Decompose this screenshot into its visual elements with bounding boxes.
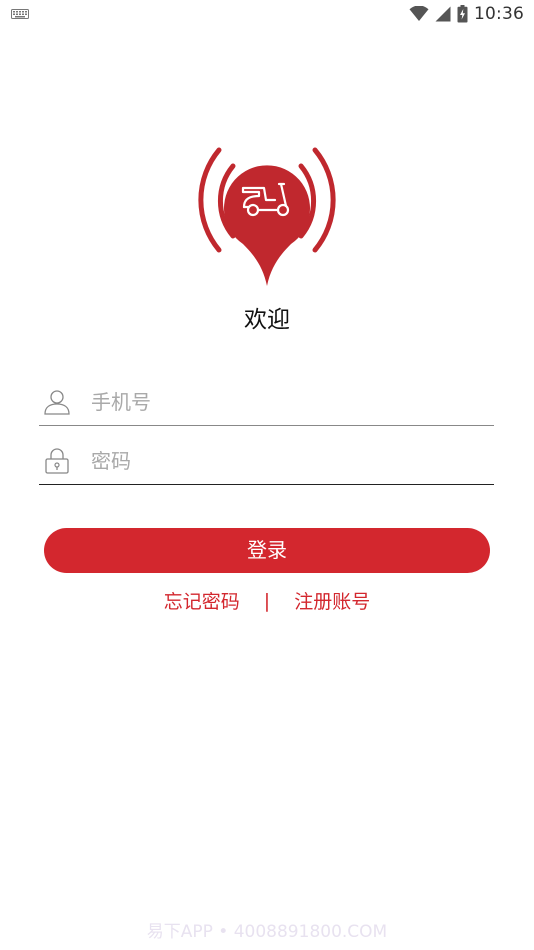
status-time: 10:36: [474, 4, 524, 24]
register-link[interactable]: 注册账号: [294, 587, 370, 614]
welcome-title: 欢迎: [244, 307, 290, 333]
login-button[interactable]: 登录: [44, 528, 490, 573]
watermark: 易下APP • 4008891800.COM: [146, 922, 388, 942]
battery-charging-icon: [457, 5, 468, 23]
phone-input[interactable]: [91, 385, 486, 419]
signal-icon: [435, 6, 451, 22]
wifi-icon: [409, 6, 429, 21]
forgot-password-link[interactable]: 忘记密码: [164, 587, 240, 614]
auth-links: 忘记密码 | 注册账号: [0, 587, 534, 617]
user-icon: [44, 390, 70, 415]
status-bar: 10:36: [0, 0, 534, 28]
login-screen: 10:36 欢迎 手机号 登录 忘记密码 | 注册账号 易下APP • 4008…: [0, 0, 534, 950]
phone-field[interactable]: [39, 379, 494, 426]
link-separator: |: [263, 589, 271, 612]
lock-icon: [45, 448, 69, 474]
status-icons: 10:36: [409, 3, 524, 25]
scooter-location-pin-icon: [198, 147, 336, 286]
password-input[interactable]: [91, 444, 486, 478]
password-field[interactable]: [39, 438, 494, 485]
keyboard-icon: [11, 9, 29, 19]
